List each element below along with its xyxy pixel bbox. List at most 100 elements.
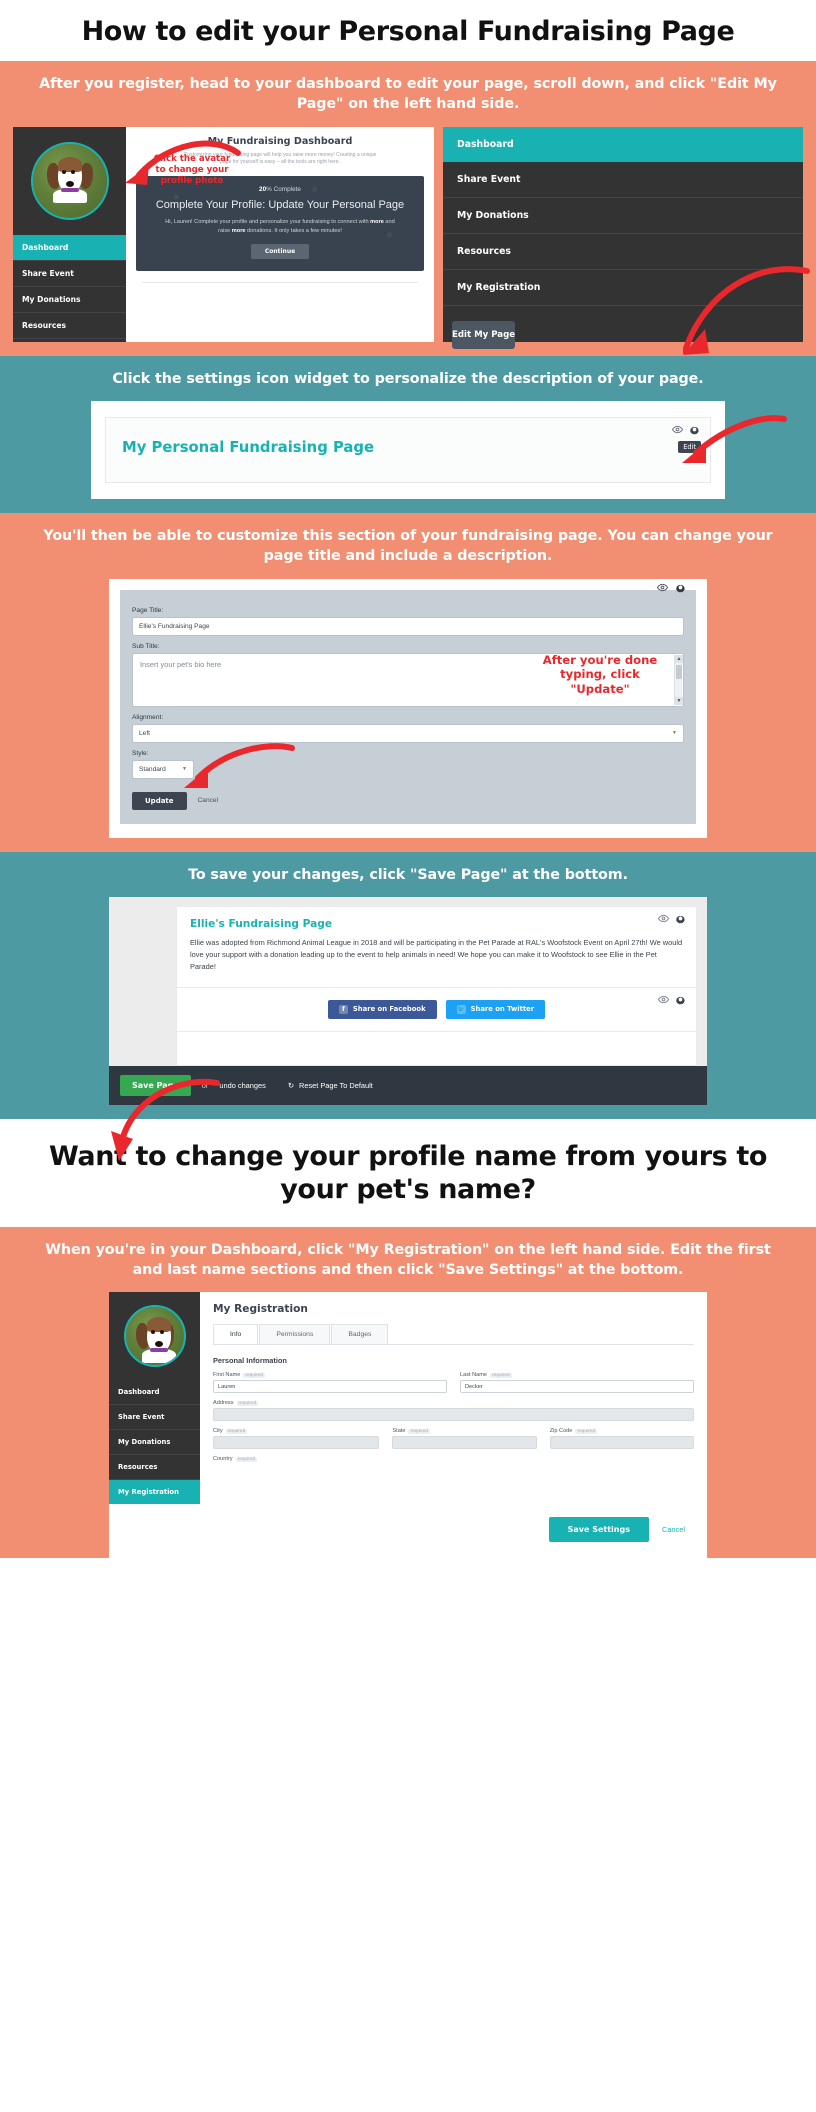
country-label: Country required bbox=[213, 1456, 694, 1463]
page-title-input[interactable]: Ellie's Fundraising Page bbox=[132, 616, 684, 636]
editor-icon-group bbox=[657, 582, 686, 593]
first-name-input[interactable]: Lauren bbox=[213, 1380, 447, 1394]
continue-button[interactable]: Continue bbox=[251, 244, 309, 260]
scroll-up-icon[interactable]: ▲ bbox=[675, 654, 683, 663]
sidebar-item-my-registration[interactable]: My Registration bbox=[13, 339, 126, 342]
avatar[interactable] bbox=[30, 141, 109, 220]
sidebar-item-resources[interactable]: Resources bbox=[109, 1455, 200, 1481]
fundraising-page-body: Ellie was adopted from Richmond Animal L… bbox=[190, 937, 683, 971]
card-text-bold-2: more bbox=[231, 227, 246, 234]
chevron-down-icon: ▼ bbox=[672, 730, 677, 737]
sidebar-item-my-registration[interactable]: My Registration bbox=[109, 1480, 200, 1505]
share-twitter-label: Share on Twitter bbox=[470, 1005, 535, 1014]
gear-icon[interactable] bbox=[675, 994, 686, 1005]
save-page-button[interactable]: Save Page bbox=[120, 1074, 191, 1096]
alignment-select[interactable]: Left ▼ bbox=[132, 723, 684, 743]
card-title: Complete Your Profile: Update Your Perso… bbox=[155, 198, 405, 211]
card-text-part-3: donations. It only takes a few minutes! bbox=[245, 227, 342, 234]
tab-badges[interactable]: Badges bbox=[331, 1324, 389, 1345]
eye-icon[interactable] bbox=[658, 913, 669, 924]
style-select[interactable]: Standard ▼ bbox=[132, 759, 194, 779]
cancel-link[interactable]: Cancel bbox=[662, 1525, 685, 1534]
undo-changes-link[interactable]: undo changes bbox=[219, 1081, 265, 1090]
card-text: Hi, Lauren! Complete your profile and pe… bbox=[146, 218, 414, 235]
twitter-icon: 🐦 bbox=[456, 1004, 466, 1014]
registration-sidebar: Dashboard Share Event My Donations Resou… bbox=[109, 1292, 200, 1505]
zip-label-text: Zip Code bbox=[549, 1428, 573, 1435]
textarea-scrollbar[interactable]: ▲ ▼ bbox=[674, 654, 683, 705]
nav-share-event[interactable]: Share Event bbox=[443, 162, 803, 198]
registration-main: My Registration Info Permissions Badges … bbox=[200, 1292, 707, 1504]
section-3: You'll then be able to customize this se… bbox=[0, 512, 816, 852]
sidebar-item-dashboard[interactable]: Dashboard bbox=[109, 1380, 200, 1406]
sidebar-item-share-event[interactable]: Share Event bbox=[13, 261, 126, 287]
zip-input[interactable] bbox=[549, 1436, 694, 1450]
state-input[interactable] bbox=[392, 1436, 537, 1450]
share-facebook-label: Share on Facebook bbox=[352, 1005, 426, 1014]
mid-title-band: Want to change your profile name from yo… bbox=[0, 1118, 816, 1227]
facebook-icon: f bbox=[338, 1004, 348, 1014]
avatar[interactable] bbox=[123, 1305, 186, 1368]
sidebar-item-resources[interactable]: Resources bbox=[13, 313, 126, 339]
section-1-instruction: After you register, head to your dashboa… bbox=[39, 76, 777, 113]
eye-icon[interactable] bbox=[672, 424, 683, 435]
nav-resources[interactable]: Resources bbox=[443, 234, 803, 270]
edit-tooltip: Edit bbox=[678, 440, 701, 453]
tab-permissions[interactable]: Permissions bbox=[259, 1324, 331, 1345]
dashboard-sidebar: Dashboard Share Event My Donations Resou… bbox=[13, 126, 126, 342]
nav-dashboard[interactable]: Dashboard bbox=[443, 126, 803, 162]
nav-my-registration[interactable]: My Registration bbox=[443, 270, 803, 306]
state-label: State required bbox=[392, 1428, 536, 1435]
city-state-zip-row: City required State required Zip Code re… bbox=[213, 1428, 694, 1450]
tab-info[interactable]: Info bbox=[213, 1324, 259, 1345]
style-value: Standard bbox=[139, 765, 166, 773]
registration-tabs: Info Permissions Badges bbox=[213, 1324, 694, 1346]
last-name-label: Last Name required bbox=[460, 1372, 694, 1379]
personal-information-heading: Personal Information bbox=[213, 1356, 287, 1366]
save-settings-button[interactable]: Save Settings bbox=[548, 1517, 649, 1543]
gear-icon[interactable] bbox=[675, 582, 686, 593]
country-label-text: Country bbox=[213, 1456, 233, 1463]
last-name-input[interactable]: Decker bbox=[460, 1380, 694, 1394]
sub-title-label: Sub Title: bbox=[132, 642, 160, 650]
sidebar-item-my-donations[interactable]: My Donations bbox=[13, 287, 126, 313]
style-label: Style: bbox=[132, 749, 149, 757]
reset-page-label: Reset Page To Default bbox=[299, 1080, 373, 1090]
required-badge: required bbox=[575, 1429, 598, 1435]
page-title-band: How to edit your Personal Fundraising Pa… bbox=[0, 0, 816, 62]
zip-label: Zip Code required bbox=[549, 1428, 694, 1435]
sidebar-item-my-donations[interactable]: My Donations bbox=[109, 1430, 200, 1456]
state-label-text: State bbox=[392, 1428, 406, 1435]
card-icon-group bbox=[658, 913, 686, 924]
widget-title: My Personal Fundraising Page bbox=[122, 438, 375, 456]
sidebar-item-dashboard[interactable]: Dashboard bbox=[13, 234, 126, 261]
eye-icon[interactable] bbox=[658, 994, 669, 1005]
progress-percent: 20% Complete bbox=[146, 186, 414, 193]
scroll-down-icon[interactable]: ▼ bbox=[675, 696, 683, 705]
update-annotation: After you're done typing, click "Update" bbox=[542, 652, 658, 697]
fundraising-page-heading: Ellie's Fundraising Page bbox=[190, 917, 333, 930]
sidebar-item-share-event[interactable]: Share Event bbox=[109, 1405, 200, 1431]
edit-my-page-button[interactable]: Edit My Page bbox=[452, 320, 516, 349]
scrollbar-thumb[interactable] bbox=[676, 664, 682, 679]
widget-screenshot: Edit My Personal Fundraising Page bbox=[91, 400, 725, 499]
city-input[interactable] bbox=[213, 1436, 380, 1450]
zip-group: Zip Code required bbox=[549, 1428, 694, 1450]
section-5-instruction: When you're in your Dashboard, click "My… bbox=[45, 1241, 771, 1278]
share-twitter-button[interactable]: 🐦 Share on Twitter bbox=[445, 999, 546, 1019]
gear-icon[interactable] bbox=[689, 424, 700, 435]
reset-page-button[interactable]: ↻ Reset Page To Default bbox=[288, 1081, 373, 1090]
editor-panel: Page Title: Ellie's Fundraising Page Sub… bbox=[120, 583, 696, 824]
gear-icon[interactable] bbox=[675, 913, 686, 924]
dog-photo bbox=[44, 155, 95, 203]
update-button[interactable]: Update bbox=[132, 791, 187, 810]
nav-my-donations[interactable]: My Donations bbox=[443, 198, 803, 234]
cancel-link[interactable]: Cancel bbox=[198, 797, 219, 804]
eye-icon[interactable] bbox=[657, 582, 668, 593]
editor-screenshot: Page Title: Ellie's Fundraising Page Sub… bbox=[109, 578, 707, 838]
section-1: After you register, head to your dashboa… bbox=[0, 61, 816, 356]
address-input[interactable] bbox=[213, 1408, 694, 1422]
alignment-value: Left bbox=[139, 729, 150, 737]
registration-screenshot: Dashboard Share Event My Donations Resou… bbox=[109, 1292, 707, 1505]
share-facebook-button[interactable]: f Share on Facebook bbox=[327, 999, 437, 1019]
